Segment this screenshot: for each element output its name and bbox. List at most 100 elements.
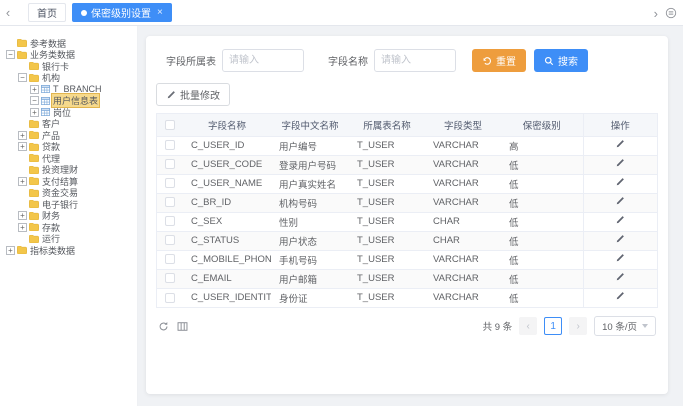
cell-table_name: T_USER	[349, 174, 425, 193]
collapse-icon[interactable]: −	[18, 73, 27, 82]
tree-node-客户[interactable]: 客户	[6, 119, 135, 130]
row-checkbox[interactable]	[165, 140, 175, 150]
next-page-button[interactable]: ›	[569, 317, 587, 335]
collapse-icon[interactable]: −	[6, 50, 15, 59]
edit-pencil-icon[interactable]	[615, 177, 625, 187]
cell-secrecy: 低	[501, 212, 583, 231]
tab-home-label: 首页	[37, 5, 57, 20]
expand-icon[interactable]: +	[18, 177, 27, 186]
column-settings-icon[interactable]	[177, 321, 188, 332]
tree-node-存款[interactable]: +存款	[6, 222, 135, 233]
tab-close-icon[interactable]: ×	[157, 7, 163, 18]
main-panel: 字段所属表 字段名称 重置 搜索 批量修改 字段名	[146, 36, 668, 394]
tree-node-岗位[interactable]: +岗位	[6, 107, 135, 118]
tree-node-电子银行[interactable]: 电子银行	[6, 199, 135, 210]
cell-table_name: T_USER	[349, 155, 425, 174]
table-icon	[41, 97, 50, 105]
tree-node-label: T_BRANCH	[52, 84, 103, 94]
cell-field_type: VARCHAR	[425, 288, 501, 307]
select-all-checkbox[interactable]	[165, 120, 175, 130]
tab-options-icon[interactable]	[665, 7, 677, 19]
tree-node-运行[interactable]: 运行	[6, 234, 135, 245]
cell-field_cn: 用户状态	[271, 231, 349, 250]
tab-bar-right: ›	[654, 0, 677, 26]
row-checkbox[interactable]	[165, 159, 175, 169]
edit-pencil-icon[interactable]	[615, 215, 625, 225]
edit-pencil-icon[interactable]	[615, 139, 625, 149]
cell-field_type: VARCHAR	[425, 174, 501, 193]
tree-node-贷款[interactable]: +贷款	[6, 142, 135, 153]
tab-home[interactable]: 首页	[28, 3, 66, 22]
row-checkbox[interactable]	[165, 216, 175, 226]
row-checkbox[interactable]	[165, 235, 175, 245]
tab-scroll-left-icon[interactable]: ‹	[0, 5, 16, 20]
cell-secrecy: 低	[501, 174, 583, 193]
expand-icon[interactable]: +	[18, 223, 27, 232]
tree-node-代理[interactable]: 代理	[6, 153, 135, 164]
row-checkbox[interactable]	[165, 273, 175, 283]
batch-edit-button[interactable]: 批量修改	[156, 83, 230, 106]
cell-field_name: C_MOBILE_PHONE	[183, 250, 271, 269]
edit-pencil-icon[interactable]	[615, 272, 625, 282]
tree-node-用户信息表[interactable]: −用户信息表	[6, 96, 135, 107]
tree-node-资金交易[interactable]: 资金交易	[6, 188, 135, 199]
search-icon	[544, 56, 554, 66]
page-size-select[interactable]: 10 条/页	[594, 316, 656, 336]
table-footer: 共 9 条 ‹ 1 › 10 条/页	[158, 316, 656, 336]
page-1-button[interactable]: 1	[544, 317, 562, 335]
column-header: 字段类型	[425, 114, 501, 136]
tab-secrecy-level-settings[interactable]: 保密级别设置 ×	[72, 3, 172, 22]
tree-node-参考数据[interactable]: 参考数据	[6, 38, 135, 49]
expand-icon[interactable]: +	[6, 246, 15, 255]
field-name-input[interactable]	[374, 49, 456, 72]
collapse-icon[interactable]: −	[30, 96, 39, 105]
edit-pencil-icon[interactable]	[615, 158, 625, 168]
row-checkbox[interactable]	[165, 293, 175, 303]
edit-pencil-icon[interactable]	[615, 196, 625, 206]
row-checkbox[interactable]	[165, 254, 175, 264]
field-table-input[interactable]	[222, 49, 304, 72]
tab-scroll-right-icon[interactable]: ›	[654, 6, 658, 21]
cell-table_name: T_USER	[349, 136, 425, 155]
tree-node-投资理财[interactable]: 投资理财	[6, 165, 135, 176]
tree-node-label: 指标类数据	[29, 244, 76, 257]
tree-node-财务[interactable]: +财务	[6, 211, 135, 222]
reset-button[interactable]: 重置	[472, 49, 526, 72]
tree-node-T_BRANCH[interactable]: + T_BRANCH	[6, 84, 135, 95]
tree-node-业务类数据[interactable]: −业务类数据	[6, 50, 135, 61]
folder-icon	[29, 166, 39, 174]
cell-field_type: VARCHAR	[425, 269, 501, 288]
expand-icon[interactable]: +	[30, 108, 39, 117]
expand-icon[interactable]: +	[18, 211, 27, 220]
row-checkbox[interactable]	[165, 178, 175, 188]
tree-node-机构[interactable]: −机构	[6, 73, 135, 84]
cell-secrecy: 低	[501, 155, 583, 174]
expand-icon[interactable]: +	[18, 131, 27, 140]
tree-node-产品[interactable]: +产品	[6, 130, 135, 141]
search-button[interactable]: 搜索	[534, 49, 588, 72]
cell-secrecy: 低	[501, 288, 583, 307]
cell-field_type: CHAR	[425, 212, 501, 231]
tree-node-银行卡[interactable]: 银行卡	[6, 61, 135, 72]
folder-icon	[17, 39, 27, 47]
cell-field_type: VARCHAR	[425, 193, 501, 212]
cell-field_cn: 性别	[271, 212, 349, 231]
batch-edit-label: 批量修改	[180, 87, 220, 102]
refresh-icon[interactable]	[158, 321, 169, 332]
expand-icon[interactable]: +	[30, 85, 39, 94]
cell-field_cn: 用户邮箱	[271, 269, 349, 288]
cell-field_cn: 手机号码	[271, 250, 349, 269]
row-checkbox[interactable]	[165, 197, 175, 207]
edit-pencil-icon[interactable]	[615, 253, 625, 263]
tree-node-支付结算[interactable]: +支付结算	[6, 176, 135, 187]
edit-pencil-icon[interactable]	[615, 291, 625, 301]
edit-pencil-icon[interactable]	[615, 234, 625, 244]
folder-icon	[29, 189, 39, 197]
field-table-label: 字段所属表	[166, 53, 216, 68]
folder-icon	[29, 131, 39, 139]
prev-page-button[interactable]: ‹	[519, 317, 537, 335]
tree-node-指标类数据[interactable]: + 指标类数据	[6, 245, 135, 256]
total-count: 共 9 条	[483, 319, 513, 333]
table-icon	[41, 108, 50, 116]
expand-icon[interactable]: +	[18, 142, 27, 151]
